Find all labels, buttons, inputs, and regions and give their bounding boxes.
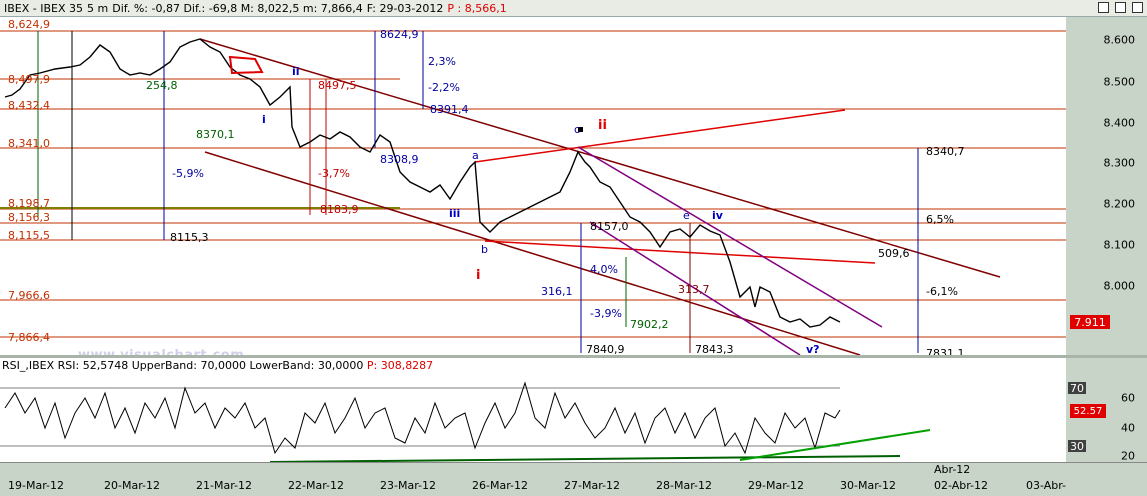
level-label: 8,624,9 <box>8 18 50 31</box>
rsi-pane[interactable] <box>0 358 1066 462</box>
range-label: 254,8 <box>146 79 178 92</box>
fib-levels <box>0 30 1066 338</box>
maximize-button[interactable] <box>1115 2 1126 13</box>
level-label: 8,198,7 <box>8 197 50 210</box>
value-label: 8497,5 <box>318 79 357 92</box>
value-label: 8157,0 <box>590 220 629 233</box>
window-controls <box>1098 2 1143 13</box>
pct-label: -2,2% <box>428 81 460 94</box>
time-label: 20-Mar-12 <box>104 479 160 492</box>
rsi-lower-tag: 30 <box>1068 439 1086 453</box>
time-label: 30-Mar-12 <box>840 479 896 492</box>
level-label: 8,341,0 <box>8 137 50 150</box>
range-label: 509,6 <box>878 247 910 260</box>
price-axis-label: 8.000 <box>1103 279 1136 293</box>
rsi-upper-tag: 70 <box>1068 381 1086 395</box>
price-axis-label: 8.200 <box>1103 197 1136 211</box>
level-label: 8,115,5 <box>8 229 50 242</box>
pct-label: 6,5% <box>926 213 954 226</box>
value-label: 8624,9 <box>380 28 419 41</box>
wave-label-ii: ii <box>292 65 300 78</box>
wave-label-iv: iv <box>712 209 723 222</box>
rsi-current-tag: 52.57 <box>1070 404 1106 418</box>
price-axis-label: 8.400 <box>1103 116 1136 130</box>
time-label: 27-Mar-12 <box>564 479 620 492</box>
value-label: 8183,9 <box>320 203 359 216</box>
rsi-axis[interactable]: 70 60 52.57 40 30 20 <box>1066 358 1147 463</box>
value-label: 7902,2 <box>630 318 669 331</box>
value-label: 8308,9 <box>380 153 419 166</box>
rsi-chart-svg <box>0 381 931 462</box>
rsi-trendline-up <box>739 429 931 461</box>
close-button[interactable] <box>1132 2 1143 13</box>
price-chart-svg <box>0 30 1066 355</box>
rsi-axis-label: 20 <box>1121 449 1135 463</box>
rsi-value: 52,5748 <box>82 359 129 372</box>
symbol-label: IBEX - IBEX 35 <box>4 1 84 15</box>
level-label: 7,966,6 <box>8 289 50 302</box>
pct-label: -3,9% <box>590 307 622 320</box>
time-axis[interactable]: 19-Mar-12 20-Mar-12 21-Mar-12 22-Mar-12 … <box>0 462 1147 496</box>
rsi-lower: LowerBand: 30,0000 <box>249 359 364 372</box>
value-label: 8370,1 <box>196 128 235 141</box>
point-e: e <box>683 209 690 222</box>
time-label: 28-Mar-12 <box>656 479 712 492</box>
time-label: 19-Mar-12 <box>8 479 64 492</box>
wave-label-iii: iii <box>449 207 461 220</box>
level-label: 8,156,3 <box>8 211 50 224</box>
point-a: a <box>472 149 479 162</box>
rsi-p-label: P: 308,8287 <box>366 359 434 372</box>
pct-label: -3,7% <box>318 167 350 180</box>
interval-label: 5 m <box>87 1 109 15</box>
time-label: 22-Mar-12 <box>288 479 344 492</box>
value-label: 8391,4 <box>430 103 469 116</box>
price-label: P : 8,566,1 <box>447 1 507 15</box>
chart-title-bar: IBEX - IBEX 35 5 m Dif. %: -0,87 Dif.: -… <box>0 0 1147 17</box>
price-axis-label: 8.600 <box>1103 33 1136 47</box>
level-label: 7,866,4 <box>8 331 50 344</box>
time-label: 21-Mar-12 <box>196 479 252 492</box>
value-label: 8115,3 <box>170 231 209 244</box>
wave-label-i-red: i <box>476 268 481 283</box>
rsi-header: RSI_,IBEX RSI: 52,5748 UpperBand: 70,000… <box>2 359 433 372</box>
price-axis-label: 8.100 <box>1103 238 1136 252</box>
month-label: Abr-12 <box>934 463 971 476</box>
rsi-upper: UpperBand: 70,0000 <box>131 359 246 372</box>
time-label: 02-Abr-12 <box>934 479 989 492</box>
rsi-axis-label: 40 <box>1121 421 1135 435</box>
level-label: 8,432,4 <box>8 99 50 112</box>
date-label: F: 29-03-2012 <box>366 1 444 15</box>
wave-label-i: i <box>262 113 266 126</box>
wave-label-ii-red: ii <box>598 118 607 133</box>
time-label: 29-Mar-12 <box>748 479 804 492</box>
point-b: b <box>481 243 488 256</box>
pct-label: 2,3% <box>428 55 456 68</box>
range-label: 316,1 <box>541 285 573 298</box>
point-c: c <box>574 123 581 136</box>
price-pane[interactable]: 8,624,9 8,497,9 8,432,4 8,341,0 8,198,7 … <box>0 17 1066 363</box>
price-axis-label: 8.500 <box>1103 75 1136 89</box>
price-axis[interactable]: 8.600 8.500 8.400 8.300 8.200 8.100 8.00… <box>1066 17 1147 355</box>
level-label: 8,497,9 <box>8 73 50 86</box>
minimize-button[interactable] <box>1098 2 1109 13</box>
price-axis-label: 8.300 <box>1103 156 1136 170</box>
rsi-axis-label: 60 <box>1121 391 1135 405</box>
range-label: 313,7 <box>678 283 710 296</box>
rsi-label: RSI_,IBEX RSI: <box>2 359 80 372</box>
pct-label: -5,9% <box>172 167 204 180</box>
stats-label: Dif. %: -0,87 Dif.: -69,8 M: 8,022,5 m: … <box>112 1 363 15</box>
purple-channel <box>577 146 883 355</box>
time-label: 26-Mar-12 <box>472 479 528 492</box>
current-price-tag: 7.911 <box>1070 315 1110 329</box>
time-label: 03-Abr- <box>1026 479 1067 492</box>
value-label: 8340,7 <box>926 145 965 158</box>
time-label: 23-Mar-12 <box>380 479 436 492</box>
rsi-series <box>4 381 841 455</box>
pct-label: -6,1% <box>926 285 958 298</box>
pct-label: 4,0% <box>590 263 618 276</box>
